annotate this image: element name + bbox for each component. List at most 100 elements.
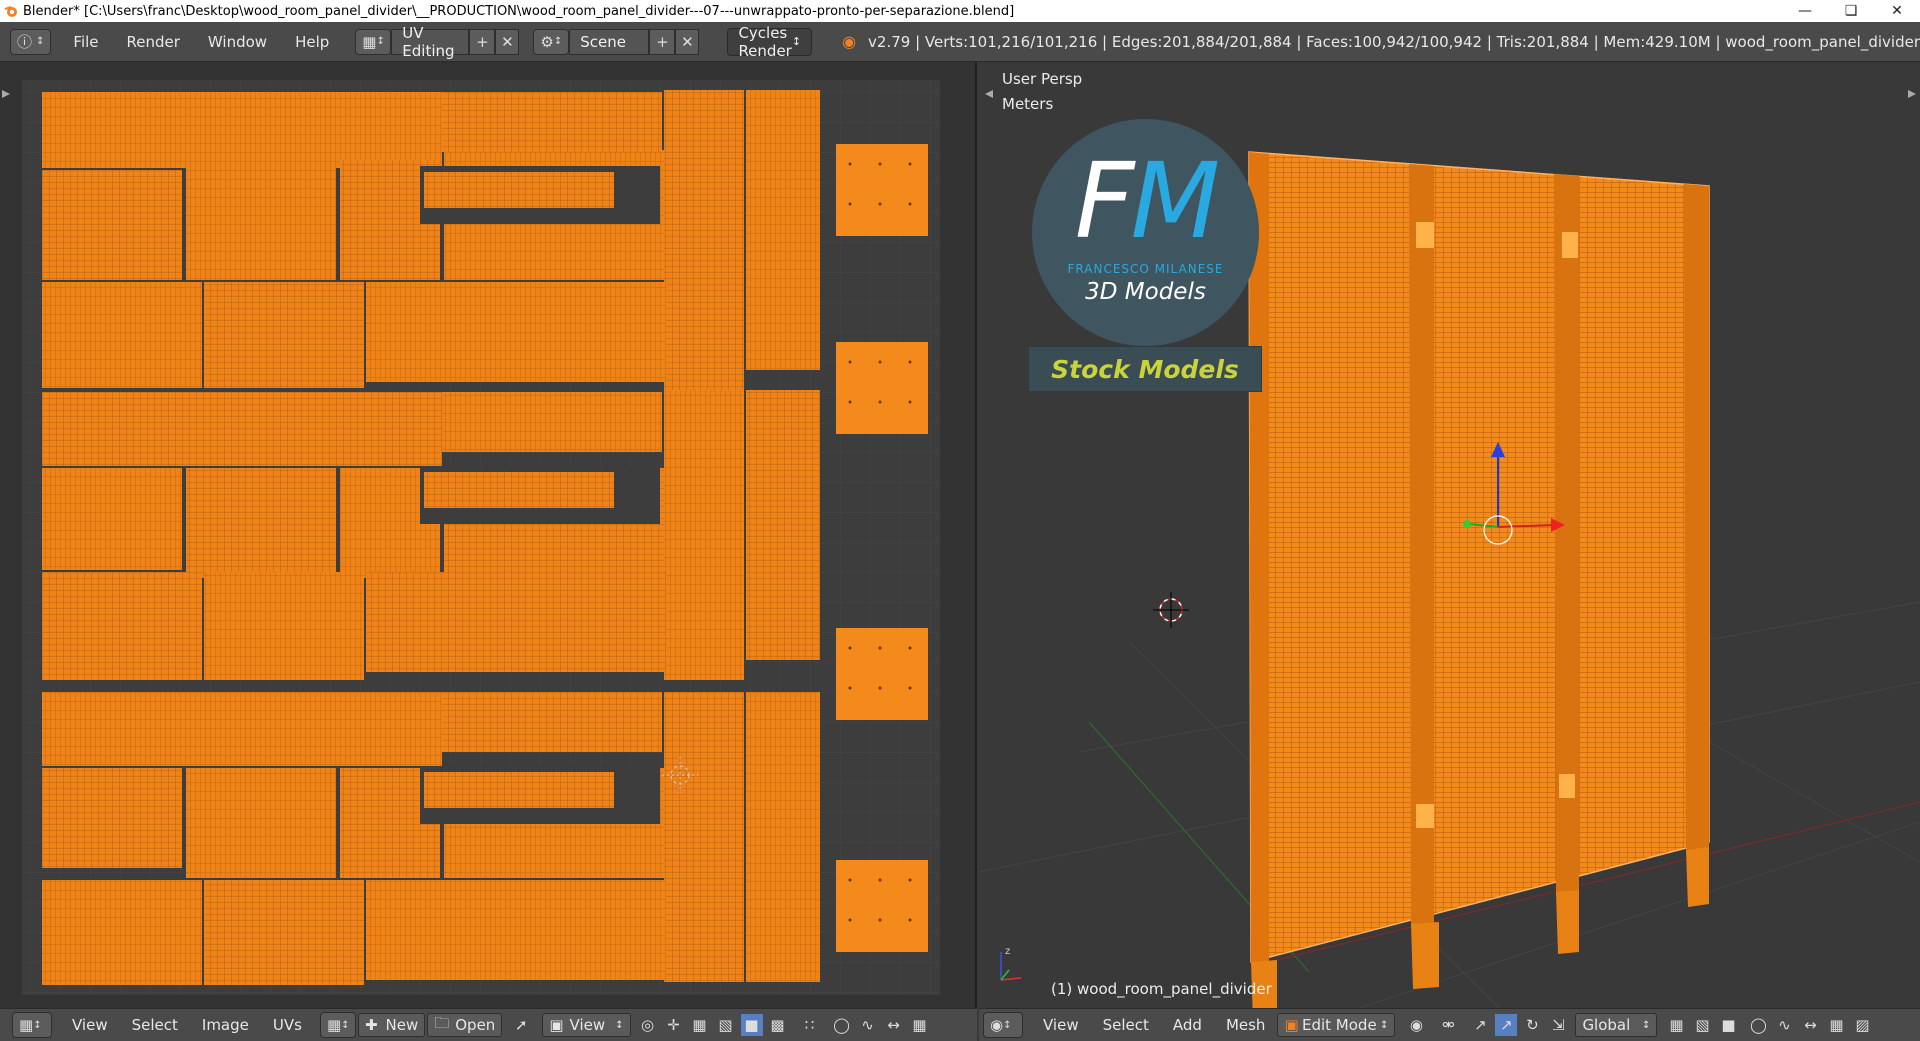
remove-scene-button[interactable]: ✕ <box>675 28 700 55</box>
view-mode-select[interactable]: ▣ View ↕ <box>542 1013 631 1037</box>
render-engine-select[interactable]: Cycles Render ↕ <box>727 24 813 60</box>
remove-layout-button[interactable]: ✕ <box>495 28 520 55</box>
y-arrow-icon[interactable] <box>1463 520 1471 528</box>
uv-island[interactable] <box>42 572 202 680</box>
uv-canvas[interactable] <box>0 62 977 1008</box>
restore-icon[interactable]: ❏ <box>1828 0 1874 22</box>
logo-initials: FM <box>1074 140 1221 262</box>
uv-island[interactable] <box>42 170 182 280</box>
uv-menu-uvs[interactable]: UVs <box>261 1016 314 1034</box>
face-mode-icon[interactable]: ■ <box>1717 1014 1739 1036</box>
uv-island[interactable] <box>664 390 744 680</box>
uv-island-square[interactable] <box>836 860 928 952</box>
vertex-select-icon[interactable]: ▦ <box>689 1014 711 1036</box>
uv-island[interactable] <box>42 392 442 466</box>
mode-select[interactable]: ▣ Edit Mode ↕ <box>1277 1013 1396 1037</box>
uv-island[interactable] <box>204 282 364 388</box>
occlude-icon[interactable]: ◯ <box>1747 1014 1769 1036</box>
face-select-icon[interactable]: ■ <box>740 1014 763 1036</box>
translate-icon[interactable]: ↗ <box>1495 1014 1518 1036</box>
uv-island[interactable] <box>42 768 182 868</box>
uv-island[interactable] <box>746 390 820 660</box>
pivot-icon[interactable]: ◎ <box>637 1014 659 1036</box>
close-window-icon[interactable]: ✕ <box>1874 0 1920 22</box>
pivot-point-icon[interactable]: ⚮ <box>1437 1014 1459 1036</box>
image-browse-icon[interactable]: ▦ ↕ <box>319 1012 356 1038</box>
menu-file[interactable]: File <box>59 33 112 51</box>
open-image-button[interactable]: 🗀 Open <box>427 1013 503 1037</box>
menu-render[interactable]: Render <box>113 33 194 51</box>
render-preview-icon[interactable]: ▦ <box>1825 1014 1847 1036</box>
uv-island[interactable] <box>204 880 364 985</box>
uv-island[interactable] <box>42 282 202 388</box>
scene-icon[interactable]: ⚙ ↕ <box>533 28 570 55</box>
uv-islands[interactable] <box>42 90 928 985</box>
uv-island-small[interactable] <box>424 772 614 808</box>
uv-island[interactable] <box>366 572 666 672</box>
screen-layout-field[interactable]: UV Editing <box>391 24 470 60</box>
snap-element-icon[interactable]: ↔ <box>883 1014 905 1036</box>
sync-selection-icon[interactable]: ✛ <box>663 1014 685 1036</box>
screen-layout-icon[interactable]: ▦ ↕ <box>355 28 392 55</box>
menu-help[interactable]: Help <box>281 33 343 51</box>
uv-island[interactable] <box>186 140 336 280</box>
pin-icon[interactable]: ➚ <box>510 1014 532 1036</box>
scale-icon[interactable]: ⇲ <box>1547 1014 1569 1036</box>
scene-field[interactable]: Scene <box>569 28 650 55</box>
view3d-menu-mesh[interactable]: Mesh <box>1214 1016 1278 1034</box>
snap3d-icon[interactable]: ∿ <box>1773 1014 1795 1036</box>
view3d-menu-select[interactable]: Select <box>1091 1016 1161 1034</box>
editor-type-3d-icon[interactable]: ◉ ↕ <box>983 1012 1023 1038</box>
uv-island[interactable] <box>204 572 364 680</box>
uv-island[interactable] <box>664 90 744 390</box>
uv-island-small[interactable] <box>424 472 614 508</box>
uv-island[interactable] <box>42 880 202 985</box>
menu-window[interactable]: Window <box>194 33 281 51</box>
snap-target-icon[interactable]: ↔ <box>1799 1014 1821 1036</box>
uv-island-square[interactable] <box>836 144 928 236</box>
transform-orientation-select[interactable]: Global ↕ <box>1575 1013 1658 1037</box>
view3d-menu-add[interactable]: Add <box>1161 1016 1214 1034</box>
layers-icon[interactable]: ▨ <box>1851 1014 1873 1036</box>
add-layout-button[interactable]: + <box>469 28 496 55</box>
uv-menu-select[interactable]: Select <box>120 1016 190 1034</box>
uv-island[interactable] <box>366 880 666 980</box>
view3d-menu-view[interactable]: View <box>1031 1016 1091 1034</box>
island-select-icon[interactable]: ▩ <box>767 1014 789 1036</box>
editor-type-uv-icon[interactable]: ▦ ↕ <box>12 1012 52 1038</box>
uv-island[interactable] <box>42 468 182 570</box>
edge-mode-icon[interactable]: ▧ <box>1691 1014 1713 1036</box>
uv-island[interactable] <box>442 392 662 452</box>
uv-island[interactable] <box>186 768 336 878</box>
uv-island-square[interactable] <box>836 342 928 434</box>
uv-menu-image[interactable]: Image <box>190 1016 261 1034</box>
uv-island[interactable] <box>366 282 666 382</box>
uv-island[interactable] <box>442 692 662 752</box>
overlay-icon[interactable]: ▦ <box>909 1014 931 1036</box>
uv-island-small[interactable] <box>424 172 614 208</box>
add-scene-button[interactable]: + <box>649 28 676 55</box>
uv-vertex-dot <box>848 202 852 206</box>
new-image-button[interactable]: ✚ New <box>357 1013 426 1037</box>
left-collapse-arrow-icon[interactable] <box>2 90 10 98</box>
uv-island[interactable] <box>42 692 442 766</box>
edge-select-icon[interactable]: ▧ <box>715 1014 737 1036</box>
shading-icon[interactable]: ◉ <box>1405 1014 1427 1036</box>
uv-island[interactable] <box>442 92 662 152</box>
uv-island[interactable] <box>746 90 820 370</box>
uv-image-editor[interactable] <box>0 62 977 1008</box>
editor-type-selector[interactable]: ⓘ ↕ <box>10 28 52 55</box>
manipulator-toggle-icon[interactable]: ↗ <box>1469 1014 1491 1036</box>
uv-island-square[interactable] <box>836 628 928 720</box>
3d-viewport[interactable]: z User Persp Meters (1) wood_room_panel_… <box>979 62 1920 1008</box>
uv-island[interactable] <box>186 468 336 578</box>
vertex-mode-icon[interactable]: ▦ <box>1665 1014 1687 1036</box>
proportional-icon[interactable]: ◯ <box>831 1014 853 1036</box>
uv-menu-view[interactable]: View <box>60 1016 120 1034</box>
uv-island[interactable] <box>746 692 820 982</box>
minimize-icon[interactable]: — <box>1782 0 1828 22</box>
uv-island[interactable] <box>664 692 744 982</box>
sticky-select-icon[interactable]: ∷ <box>799 1014 821 1036</box>
rotate-icon[interactable]: ↻ <box>1521 1014 1543 1036</box>
snap-icon[interactable]: ∿ <box>857 1014 879 1036</box>
